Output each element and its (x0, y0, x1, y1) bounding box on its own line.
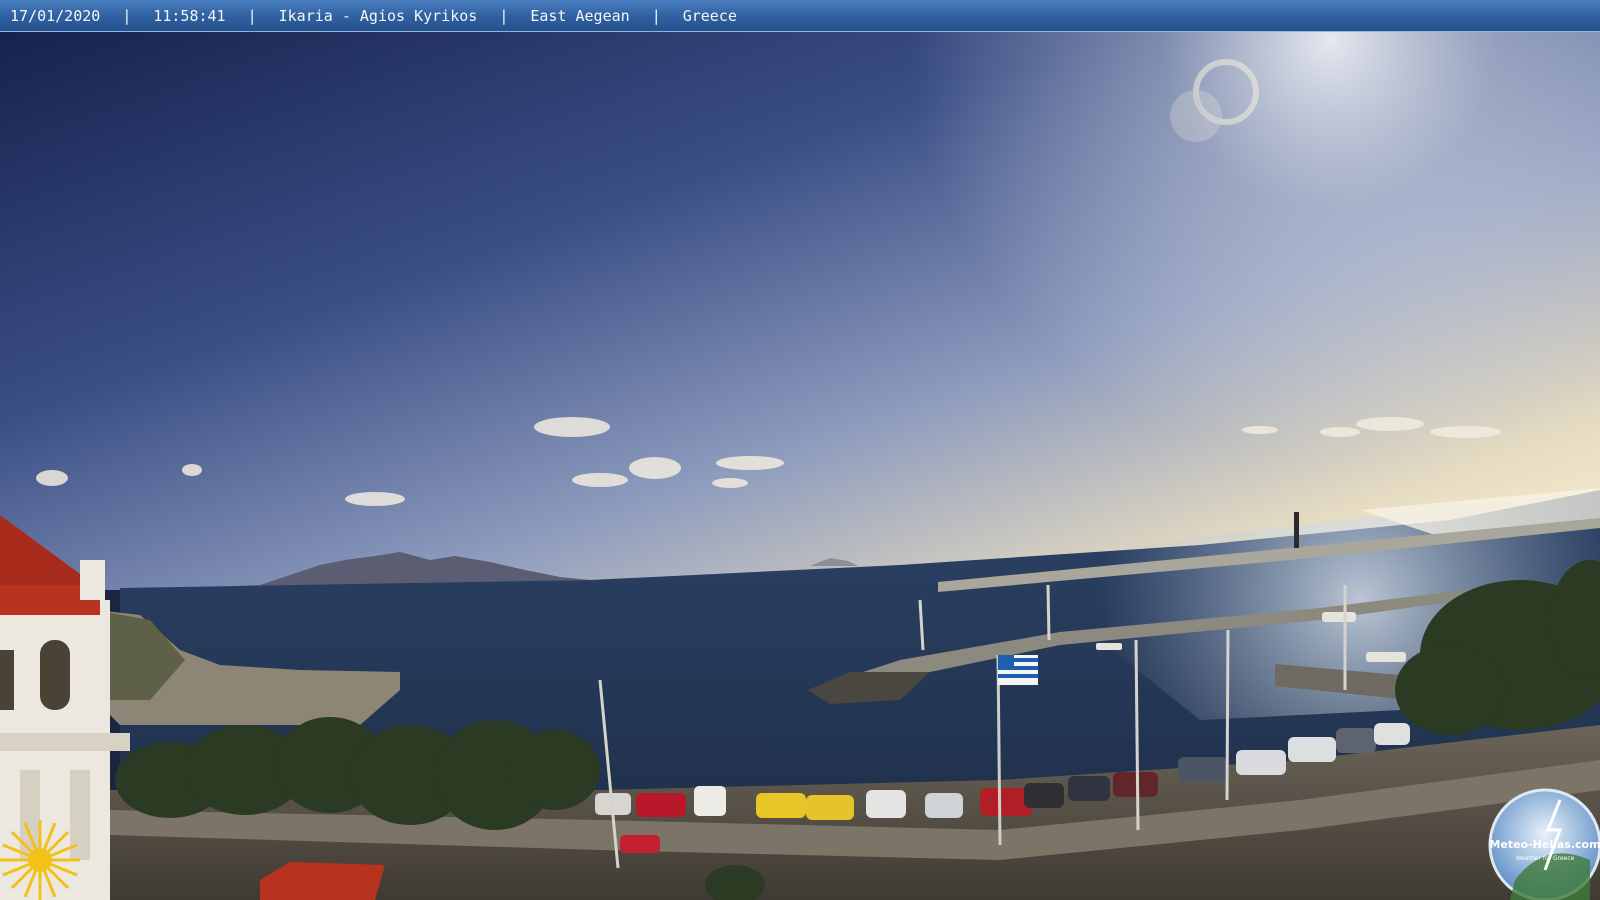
overlay-country: Greece (682, 6, 737, 25)
overlay-separator: | (122, 6, 132, 25)
overlay-separator: | (247, 6, 257, 25)
overlay-location: Ikaria - Agios Kyrikos (278, 6, 478, 25)
meteo-hellas-logo: Meteo-Hellas.com Weather for Greece (1488, 788, 1600, 900)
webcam-image: Meteo-Hellas.com Weather for Greece (0, 30, 1600, 900)
vergina-sun-icon (0, 820, 80, 900)
watermark-tagline: Weather for Greece (1516, 855, 1575, 862)
webcam-info-bar: 17/01/2020 | 11:58:41 | Ikaria - Agios K… (0, 0, 1600, 32)
sun-glow (0, 30, 1600, 590)
watermark-brand: Meteo-Hellas.com (1489, 838, 1600, 851)
overlay-separator: | (499, 6, 509, 25)
overlay-separator: | (651, 6, 661, 25)
monument (1294, 512, 1299, 548)
overlay-time: 11:58:41 (153, 6, 226, 25)
greek-flag (998, 655, 1038, 685)
overlay-region: East Aegean (530, 6, 630, 25)
overlay-date: 17/01/2020 (10, 6, 101, 25)
webcam-frame: Meteo-Hellas.com Weather for Greece 17/0… (0, 0, 1600, 900)
